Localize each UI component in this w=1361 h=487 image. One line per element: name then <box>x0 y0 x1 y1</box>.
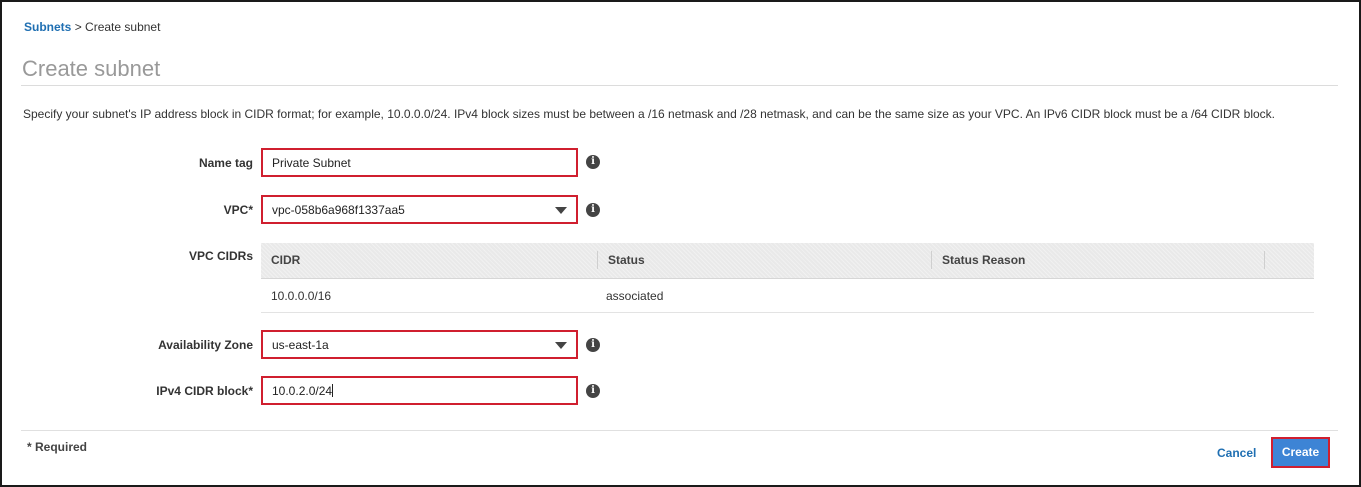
breadcrumb-current: Create subnet <box>85 20 161 34</box>
ipv4-cidr-input[interactable]: 10.0.2.0/24 <box>261 376 578 405</box>
availability-zone-select[interactable]: us-east-1a <box>261 330 578 359</box>
create-button[interactable]: Create <box>1271 437 1330 468</box>
column-header-status[interactable]: Status <box>608 253 645 267</box>
breadcrumb-separator: > <box>74 20 82 34</box>
ipv4-cidr-value: 10.0.2.0/24 <box>272 384 333 398</box>
name-tag-input[interactable]: Private Subnet <box>261 148 578 177</box>
vpc-cidrs-label: VPC CIDRs <box>188 249 253 263</box>
vpc-label: VPC* <box>223 203 253 217</box>
availability-zone-value: us-east-1a <box>272 338 329 352</box>
column-divider <box>597 251 598 269</box>
availability-zone-label: Availability Zone <box>158 338 253 352</box>
required-note: * Required <box>27 440 88 454</box>
text-cursor <box>332 384 334 397</box>
page-title: Create subnet <box>22 56 161 81</box>
info-icon[interactable]: i <box>586 338 600 352</box>
name-tag-value: Private Subnet <box>272 156 351 170</box>
breadcrumb-subnets-link[interactable]: Subnets <box>24 20 71 34</box>
vpc-cidrs-table: CIDR Status Status Reason 10.0.0.0/16 as… <box>261 243 1314 313</box>
description-text: Specify your subnet's IP address block i… <box>23 107 1276 121</box>
name-tag-label: Name tag <box>198 156 253 170</box>
column-divider <box>1264 251 1265 269</box>
cancel-button[interactable]: Cancel <box>1217 446 1256 460</box>
info-icon[interactable]: i <box>586 155 600 169</box>
column-divider <box>931 251 932 269</box>
breadcrumb: Subnets > Create subnet <box>24 20 160 34</box>
column-header-status-reason[interactable]: Status Reason <box>942 253 1025 267</box>
status-cell: associated <box>606 289 664 303</box>
chevron-down-icon <box>555 207 567 214</box>
ipv4-cidr-label: IPv4 CIDR block* <box>156 384 253 398</box>
info-icon[interactable]: i <box>586 384 600 398</box>
column-header-cidr[interactable]: CIDR <box>271 253 300 267</box>
vpc-value: vpc-058b6a968f1337aa5 <box>272 203 405 217</box>
chevron-down-icon <box>555 342 567 349</box>
table-header: CIDR Status Status Reason <box>261 243 1314 279</box>
table-row: 10.0.0.0/16 associated <box>261 279 1314 313</box>
info-icon[interactable]: i <box>586 203 600 217</box>
vpc-select[interactable]: vpc-058b6a968f1337aa5 <box>261 195 578 224</box>
title-divider <box>21 85 1338 86</box>
footer-divider <box>21 430 1338 431</box>
cidr-cell: 10.0.0.0/16 <box>271 289 332 303</box>
